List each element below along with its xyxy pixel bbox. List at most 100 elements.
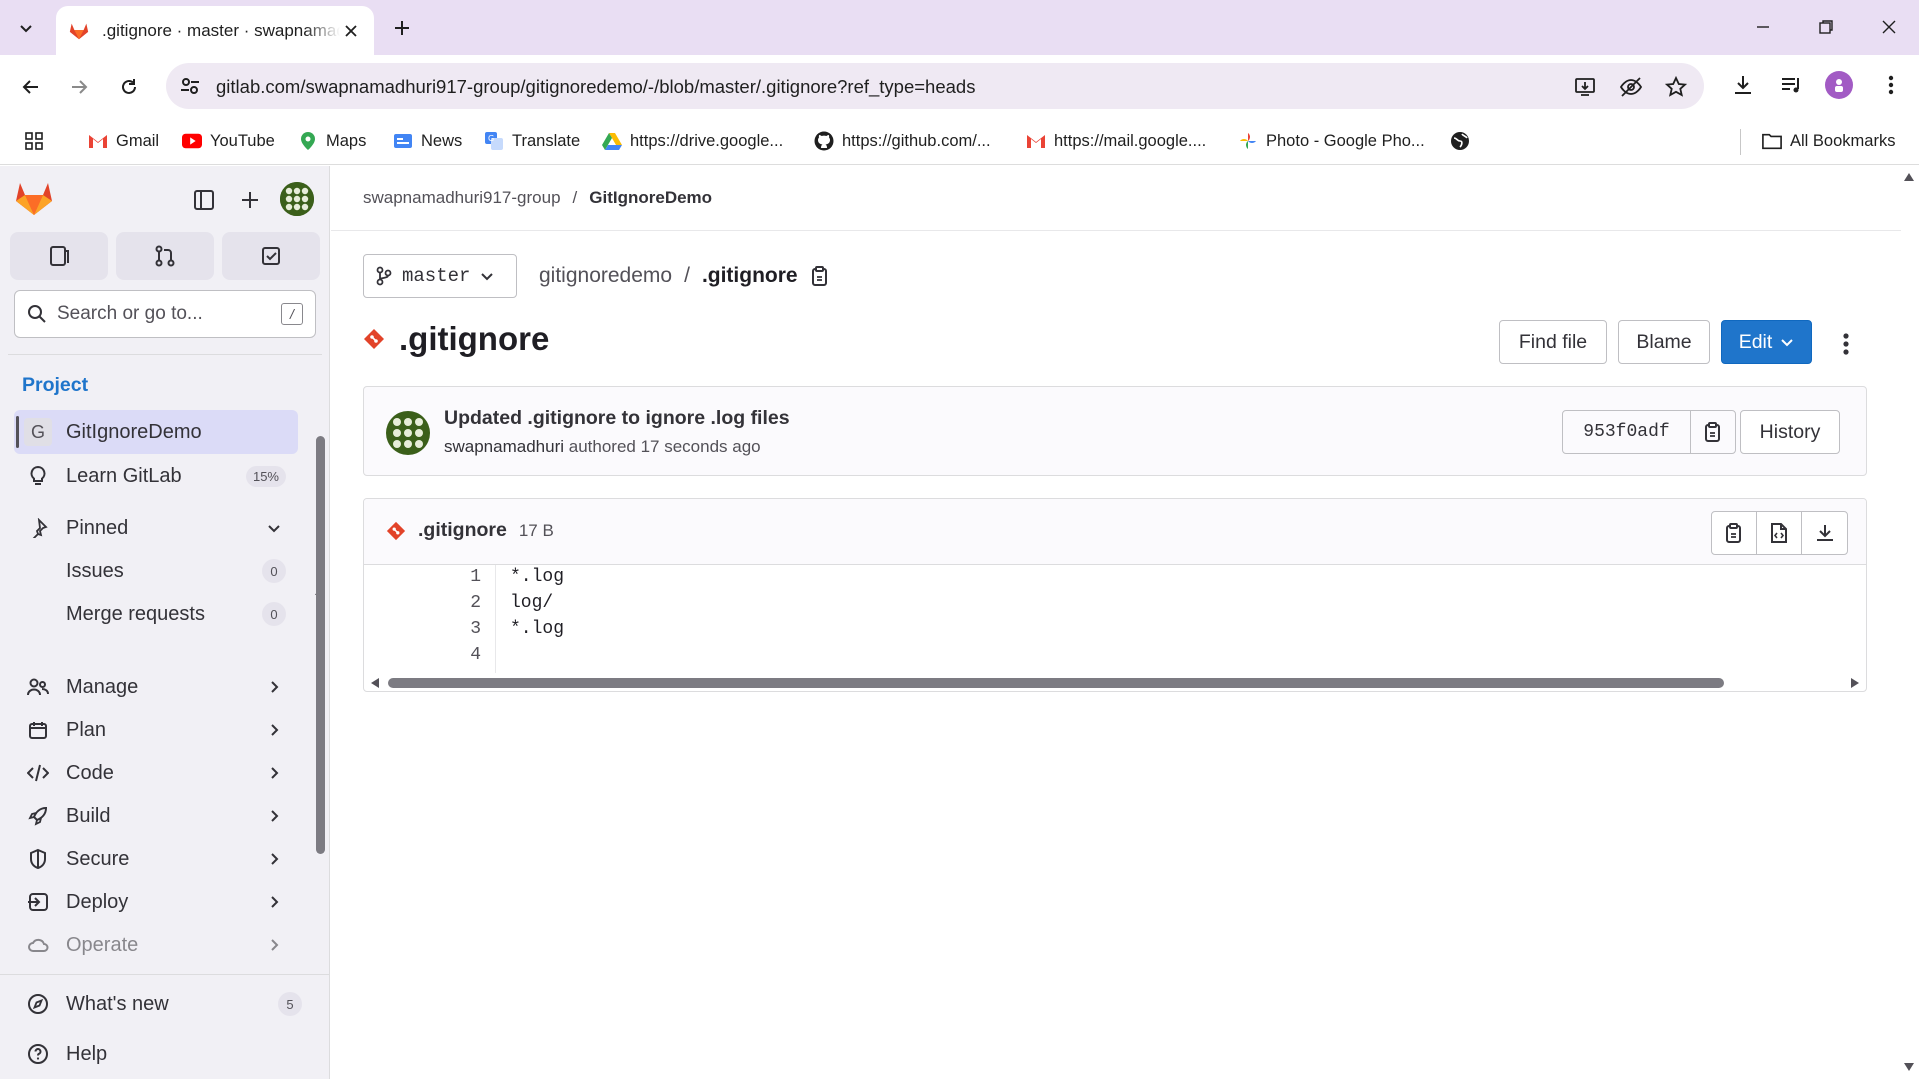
open-raw-button[interactable] xyxy=(1757,512,1802,554)
commit-author-avatar[interactable] xyxy=(386,411,430,455)
line-number[interactable]: 1 xyxy=(470,567,481,587)
search-placeholder: Search or go to... xyxy=(57,303,203,324)
address-bar[interactable]: gitlab.com/swapnamadhuri917-group/gitign… xyxy=(166,63,1704,109)
breadcrumb-group[interactable]: swapnamadhuri917-group xyxy=(363,188,561,208)
scroll-down-arrow-icon[interactable] xyxy=(1903,1062,1915,1072)
copy-contents-button[interactable] xyxy=(1712,512,1757,554)
download-button[interactable] xyxy=(1802,512,1847,554)
gitlab-logo-icon[interactable] xyxy=(14,180,54,216)
more-actions-button[interactable] xyxy=(1831,326,1861,362)
close-tab-icon[interactable] xyxy=(340,20,362,42)
minimize-button[interactable] xyxy=(1740,10,1786,44)
downloads-icon[interactable] xyxy=(1728,70,1758,100)
user-avatar[interactable] xyxy=(280,182,314,216)
folder-icon xyxy=(1762,131,1782,151)
merge-requests-button[interactable] xyxy=(116,232,214,280)
sidebar-item-project[interactable]: G GitIgnoreDemo xyxy=(14,410,298,454)
breadcrumb-project[interactable]: GitIgnoreDemo xyxy=(589,188,712,208)
page-title: .gitignore xyxy=(399,320,550,357)
find-file-button[interactable]: Find file xyxy=(1499,320,1607,364)
branch-selector[interactable]: master xyxy=(363,254,517,298)
blame-button[interactable]: Blame xyxy=(1618,320,1710,364)
bookmark-maps[interactable]: Maps xyxy=(298,127,366,155)
all-bookmarks-button[interactable]: All Bookmarks xyxy=(1762,127,1895,155)
close-window-button[interactable] xyxy=(1866,10,1912,44)
create-new-icon[interactable] xyxy=(236,186,264,214)
browser-tab-active[interactable]: .gitignore · master · swapnamadhuri917-g… xyxy=(56,6,374,55)
help-button[interactable]: Help xyxy=(14,1032,314,1076)
sidebar-item-pinned[interactable]: Pinned xyxy=(14,506,298,550)
whats-new-button[interactable]: What's new 5 xyxy=(14,982,314,1026)
page-scrollbar[interactable] xyxy=(1900,166,1919,1079)
bookmarks-bar: Gmail YouTube Maps News G Translate https… xyxy=(0,117,1919,165)
eye-off-icon[interactable] xyxy=(1618,74,1644,100)
bookmark-star-icon[interactable] xyxy=(1663,74,1689,100)
chrome-menu-icon[interactable] xyxy=(1876,70,1906,100)
copy-path-icon[interactable] xyxy=(810,265,830,287)
bookmark-youtube[interactable]: YouTube xyxy=(182,127,275,155)
forward-button[interactable] xyxy=(63,71,95,103)
install-app-icon[interactable] xyxy=(1572,74,1598,100)
edit-dropdown-button[interactable]: Edit xyxy=(1721,320,1812,364)
deploy-icon xyxy=(26,890,50,914)
bookmark-photos[interactable]: Photo - Google Pho... xyxy=(1238,127,1425,155)
sidebar-item-plan[interactable]: Plan xyxy=(14,708,298,752)
sidebar-item-learn-gitlab[interactable]: Learn GitLab 15% xyxy=(14,454,298,498)
scroll-up-arrow-icon[interactable] xyxy=(1903,172,1915,182)
sidebar-item-manage[interactable]: Manage xyxy=(14,665,298,709)
code-scroll-thumb[interactable] xyxy=(388,678,1724,688)
bookmark-news[interactable]: News xyxy=(393,127,462,155)
sidebar-item-label: Code xyxy=(66,761,114,784)
scroll-right-arrow-icon[interactable] xyxy=(1850,677,1860,689)
path-repo-link[interactable]: gitignoredemo xyxy=(539,264,672,288)
commit-time: authored 17 seconds ago xyxy=(568,437,761,456)
bookmark-mail[interactable]: https://mail.google.... xyxy=(1026,127,1206,155)
sidebar-item-build[interactable]: Build xyxy=(14,794,298,838)
whats-new-count-badge: 5 xyxy=(278,992,302,1016)
copy-sha-button[interactable] xyxy=(1691,411,1735,453)
sidebar-section-title: Project xyxy=(22,374,89,396)
sidebar-scroll-thumb[interactable] xyxy=(316,436,325,854)
commit-sha[interactable]: 953f0adf xyxy=(1563,411,1691,453)
profile-avatar[interactable] xyxy=(1824,70,1854,100)
sidebar-search[interactable]: Search or go to... / xyxy=(14,290,316,338)
line-number[interactable]: 4 xyxy=(470,645,481,665)
sidebar-item-deploy[interactable]: Deploy xyxy=(14,880,298,924)
tab-search-button[interactable] xyxy=(12,14,40,42)
bookmark-translate[interactable]: G Translate xyxy=(484,127,580,155)
sidebar-item-secure[interactable]: Secure xyxy=(14,837,298,881)
assigned-issues-button[interactable] xyxy=(10,232,108,280)
back-button[interactable] xyxy=(15,71,47,103)
chevron-right-icon xyxy=(262,847,286,871)
sidebar-item-code[interactable]: Code xyxy=(14,751,298,795)
sidebar-item-label: Manage xyxy=(66,675,139,698)
bookmark-globe[interactable] xyxy=(1450,127,1470,155)
code-horizontal-scrollbar[interactable] xyxy=(364,673,1866,691)
new-tab-button[interactable] xyxy=(388,14,416,42)
line-number[interactable]: 2 xyxy=(470,593,481,613)
reload-button[interactable] xyxy=(113,71,145,103)
media-controls-icon[interactable] xyxy=(1776,70,1806,100)
download-icon xyxy=(1816,525,1833,541)
site-settings-icon[interactable] xyxy=(178,74,202,98)
line-number[interactable]: 3 xyxy=(470,619,481,639)
sidebar-item-issues[interactable]: Issues 0 xyxy=(14,549,298,593)
bookmark-github[interactable]: https://github.com/... xyxy=(814,127,991,155)
bookmark-gmail[interactable]: Gmail xyxy=(88,127,159,155)
bookmark-drive[interactable]: https://drive.google... xyxy=(602,127,783,155)
apps-button[interactable] xyxy=(24,127,44,155)
url-text[interactable]: gitlab.com/swapnamadhuri917-group/gitign… xyxy=(216,76,975,98)
restore-button[interactable] xyxy=(1803,10,1849,44)
todo-list-button[interactable] xyxy=(222,232,320,280)
code-line: log/ xyxy=(510,593,554,613)
sidebar-item-merge-requests[interactable]: Merge requests 0 xyxy=(14,592,298,636)
commit-message[interactable]: Updated .gitignore to ignore .log files xyxy=(444,407,790,430)
commit-author[interactable]: swapnamadhuri xyxy=(444,437,564,456)
history-button[interactable]: History xyxy=(1740,410,1840,454)
scroll-left-arrow-icon[interactable] xyxy=(370,677,380,689)
close-icon xyxy=(1882,20,1896,34)
gmail-icon xyxy=(1026,131,1046,151)
plus-icon xyxy=(395,21,409,35)
sidebar-item-operate[interactable]: Operate xyxy=(14,923,298,967)
sidebar-toggle-icon[interactable] xyxy=(190,186,218,214)
